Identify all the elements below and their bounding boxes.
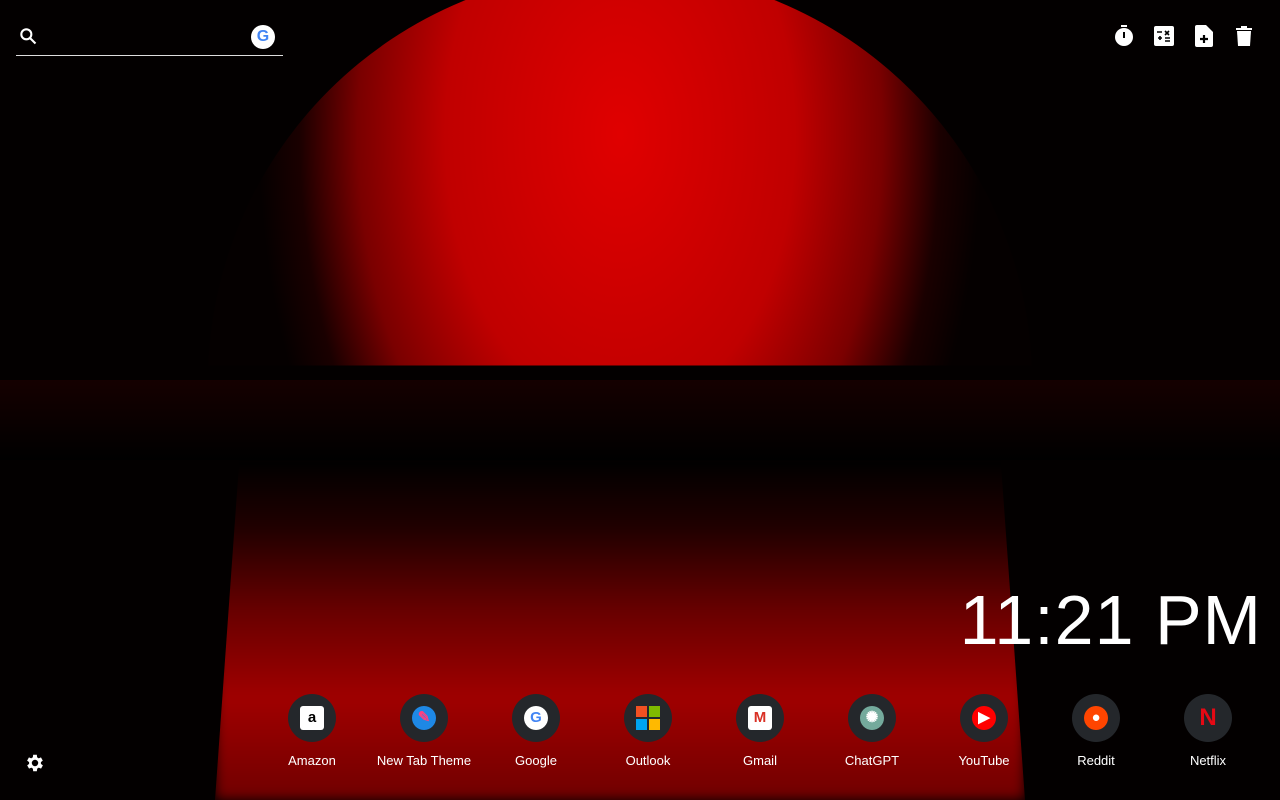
shortcut-label: ChatGPT [844,753,900,768]
search-input[interactable] [50,26,240,50]
calculator-icon[interactable] [1154,24,1174,48]
trash-icon[interactable] [1234,24,1254,48]
shortcut-label: YouTube [958,753,1010,768]
settings-button[interactable] [24,752,46,779]
outlook-icon [624,694,672,742]
search-icon [20,28,37,45]
google-icon: G [512,694,560,742]
shortcut-netflix[interactable]: N Netflix [1153,694,1263,768]
clock: 11:21 PM [959,581,1262,659]
shortcut-label: New Tab Theme [376,753,472,768]
shortcut-label: Reddit [1077,753,1115,768]
reddit-icon: ● [1072,694,1120,742]
shortcut-reddit[interactable]: ● Reddit [1041,694,1151,768]
shortcut-youtube[interactable]: ▶ YouTube [929,694,1039,768]
shortcut-amazon[interactable]: a Amazon [257,694,367,768]
shortcut-gmail[interactable]: M Gmail [705,694,815,768]
shortcut-label: Netflix [1189,753,1227,768]
shortcut-outlook[interactable]: Outlook [593,694,703,768]
shortcut-new-tab-theme[interactable]: ✎ New Tab Theme [369,694,479,768]
shortcut-chatgpt[interactable]: ✺ ChatGPT [817,694,927,768]
shortcut-label: Gmail [743,753,777,768]
wallpaper-horizon [0,380,1280,460]
search-bar[interactable]: G [16,22,283,56]
netflix-icon: N [1184,694,1232,742]
toolbar [1114,24,1254,48]
chatgpt-icon: ✺ [848,694,896,742]
gmail-icon: M [736,694,784,742]
amazon-icon: a [288,694,336,742]
timer-icon[interactable] [1114,24,1134,48]
shortcut-label: Google [515,753,557,768]
new-tab-theme-icon: ✎ [400,694,448,742]
new-note-icon[interactable] [1194,24,1214,48]
shortcut-label: Amazon [288,753,336,768]
youtube-icon: ▶ [960,694,1008,742]
gear-icon [27,754,43,772]
shortcut-google[interactable]: G Google [481,694,591,768]
google-search-engine-icon[interactable]: G [251,25,275,49]
shortcut-label: Outlook [625,753,671,768]
